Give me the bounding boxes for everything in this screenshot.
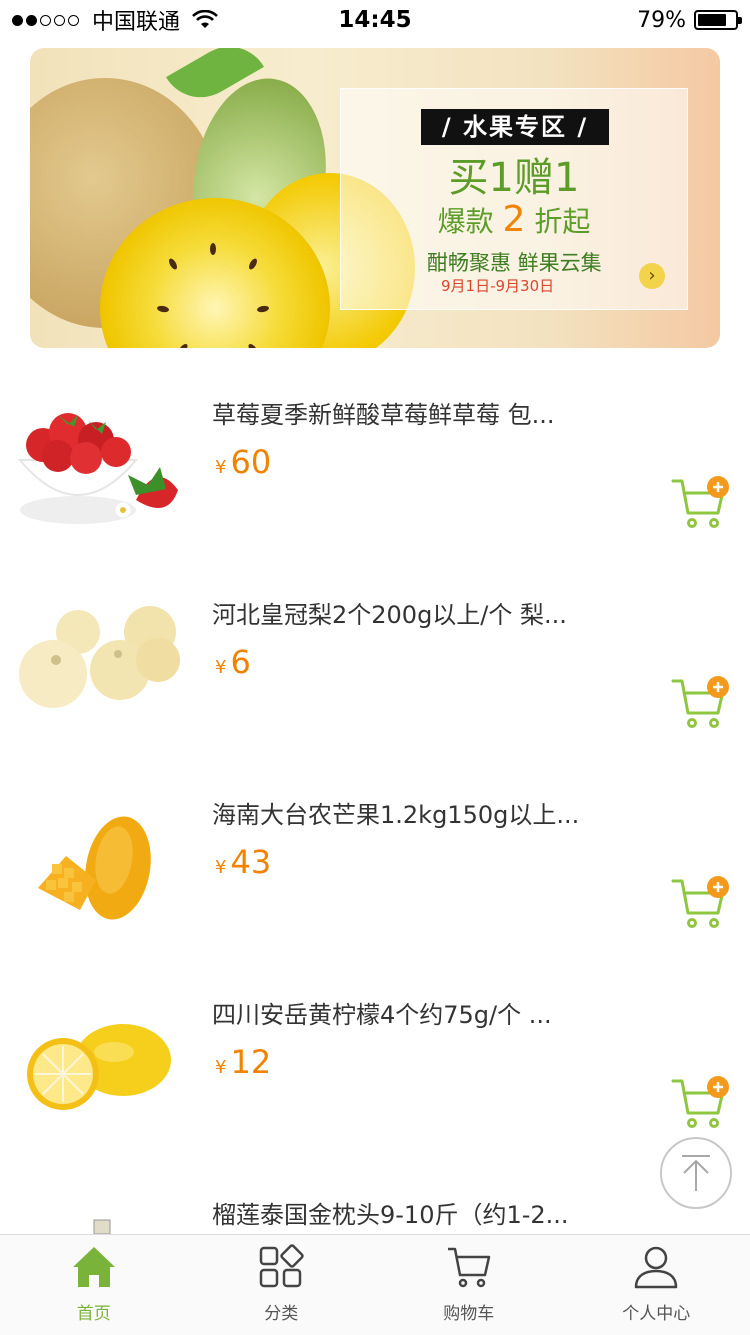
status-right: 79% [637,4,738,36]
user-icon [632,1243,680,1291]
promo-banner[interactable]: / 水果专区 / 买1赠1 爆款 2 折起 酣畅聚惠 鲜果云集 9月1日-9月3… [30,48,720,348]
currency-symbol: ¥ [215,857,226,878]
price-value: 43 [230,843,271,881]
lemon-image[interactable] [18,990,183,1140]
product-item[interactable]: 草莓夏季新鲜酸草莓鲜草莓 包... ¥60 [0,365,750,565]
price-value: 60 [230,443,271,481]
product-price: ¥6 [215,643,251,681]
category-icon [257,1243,305,1291]
strawberry-image[interactable] [18,390,183,540]
arrow-up-icon [662,1139,730,1207]
status-bar: 中国联通 14:45 79% [0,0,750,40]
product-name[interactable]: 榴莲泰国金枕头9-10斤（约1-2... [212,1195,612,1230]
product-item[interactable]: 海南大台农芒果1.2kg150g以上... ¥43 [0,765,750,965]
battery-percent: 79% [637,8,686,33]
add-to-cart-icon[interactable] [670,873,732,933]
product-item[interactable]: 四川安岳黄柠檬4个约75g/个 ... ¥12 [0,965,750,1165]
product-name[interactable]: 四川安岳黄柠檬4个约75g/个 ... [212,995,612,1030]
tab-bar: 首页 分类 购物车 个人中心 [0,1234,750,1335]
product-list: 草莓夏季新鲜酸草莓鲜草莓 包... ¥60 河北皇冠梨2个200g以上/个 梨..… [0,365,750,1235]
product-item[interactable]: 河北皇冠梨2个200g以上/个 梨... ¥6 [0,565,750,765]
tab-label: 首页 [0,1299,188,1324]
price-value: 12 [230,1043,271,1081]
promo-panel: / 水果专区 / 买1赠1 爆款 2 折起 酣畅聚惠 鲜果云集 9月1日-9月3… [340,88,688,310]
add-to-cart-icon[interactable] [670,1073,732,1133]
product-price: ¥43 [215,843,271,881]
currency-symbol: ¥ [215,457,226,478]
promo-discount-suffix: 折起 [534,205,590,238]
product-name[interactable]: 海南大台农芒果1.2kg150g以上... [212,795,612,830]
price-value: 6 [230,643,250,681]
chevron-right-icon[interactable]: › [639,263,665,289]
durian-image[interactable] [18,1190,183,1235]
promo-headline: 买1赠1 [341,145,687,203]
back-to-top-button[interactable] [660,1137,732,1209]
currency-symbol: ¥ [215,657,226,678]
promo-tag: / 水果专区 / [421,109,609,145]
tab-category[interactable]: 分类 [188,1235,376,1335]
home-icon [70,1243,118,1291]
add-to-cart-icon[interactable] [670,473,732,533]
product-price: ¥60 [215,443,271,481]
product-name[interactable]: 草莓夏季新鲜酸草莓鲜草莓 包... [212,395,612,430]
promo-dates: 9月1日-9月30日 [441,275,554,296]
add-to-cart-icon[interactable] [670,673,732,733]
promo-discount: 爆款 2 折起 [341,199,687,240]
promo-discount-number: 2 [503,199,526,240]
product-price: ¥12 [215,1043,271,1081]
promo-discount-prefix: 爆款 [438,205,494,238]
tab-cart[interactable]: 购物车 [375,1235,563,1335]
product-item[interactable]: 榴莲泰国金枕头9-10斤（约1-2... [0,1165,750,1235]
pear-image[interactable] [18,590,183,740]
tab-label: 分类 [188,1299,376,1324]
tab-label: 个人中心 [563,1299,750,1324]
promo-slogan: 酣畅聚惠 鲜果云集 [427,247,602,277]
mango-image[interactable] [18,790,183,940]
currency-symbol: ¥ [215,1057,226,1078]
cart-icon [445,1243,493,1291]
product-name[interactable]: 河北皇冠梨2个200g以上/个 梨... [212,595,612,630]
tab-label: 购物车 [375,1299,563,1324]
battery-icon [694,10,738,30]
tab-profile[interactable]: 个人中心 [563,1235,750,1335]
tab-home[interactable]: 首页 [0,1235,188,1335]
